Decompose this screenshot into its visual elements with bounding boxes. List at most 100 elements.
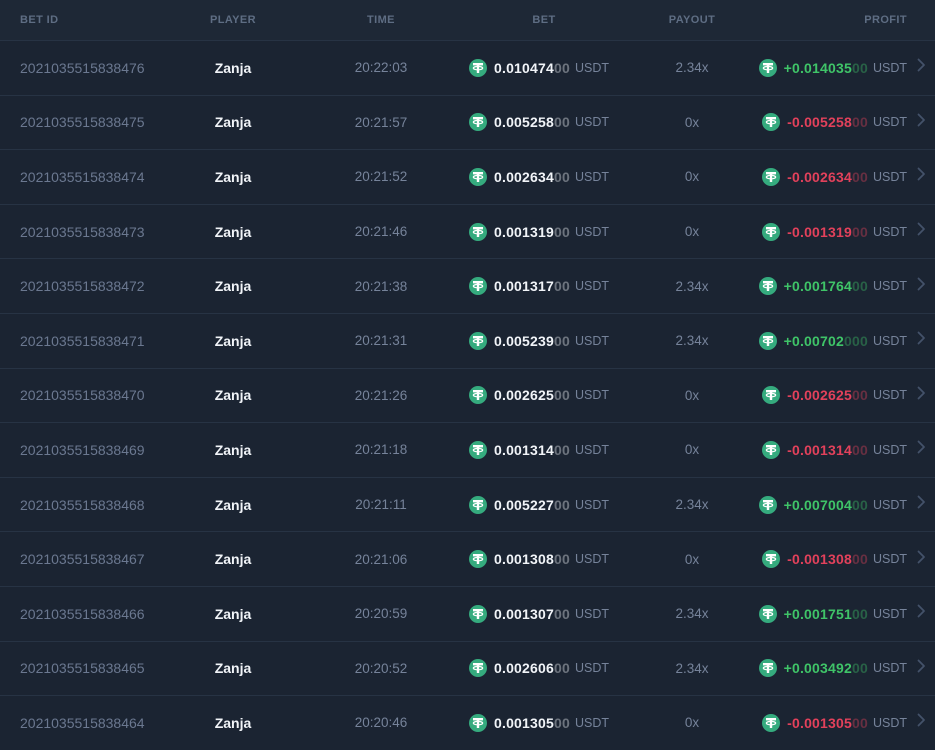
tether-icon — [469, 222, 487, 241]
profit-amount: +0.00700400 — [783, 496, 868, 513]
player-name: Zanja — [214, 278, 252, 295]
row-detail-button[interactable] — [907, 495, 935, 514]
bet-amount: 0.00262500 — [494, 387, 570, 404]
bet-amount-cell: 0.00130700 USDT — [466, 604, 622, 623]
bet-time: 20:20:46 — [354, 715, 408, 731]
table-row[interactable]: 2021035515838470 Zanja 20:21:26 0.002625… — [0, 367, 935, 423]
bet-id: 2021035515838473 — [20, 223, 145, 240]
profit-currency-label: USDT — [872, 169, 907, 184]
profit-cell: +0.00702000 USDT — [758, 331, 907, 350]
chevron-right-icon — [917, 495, 926, 514]
profit-amount: -0.00262500 — [787, 387, 868, 404]
chevron-right-icon — [917, 440, 926, 459]
row-detail-button[interactable] — [907, 604, 935, 623]
profit-currency-label: USDT — [872, 715, 907, 730]
payout-multiplier: 2.34x — [675, 60, 709, 76]
row-detail-button[interactable] — [907, 167, 935, 186]
tether-icon — [758, 659, 777, 678]
row-detail-button[interactable] — [907, 386, 935, 405]
bet-amount-cell: 0.01047400 USDT — [466, 58, 622, 77]
profit-amount: -0.00130500 — [787, 714, 868, 731]
row-detail-button[interactable] — [907, 58, 935, 77]
bet-time: 20:21:26 — [354, 387, 408, 403]
bet-time: 20:21:46 — [354, 224, 408, 240]
payout-multiplier: 0x — [684, 551, 700, 567]
bet-amount-cell: 0.00260600 USDT — [466, 659, 622, 678]
bet-id: 2021035515838464 — [20, 714, 145, 731]
table-row[interactable]: 2021035515838468 Zanja 20:21:11 0.005227… — [0, 476, 935, 532]
row-detail-button[interactable] — [907, 277, 935, 296]
bet-amount: 0.00131400 — [494, 441, 570, 458]
bet-id: 2021035515838466 — [20, 605, 145, 622]
bet-time: 20:21:11 — [355, 497, 407, 513]
chevron-right-icon — [917, 331, 926, 350]
row-detail-button[interactable] — [907, 659, 935, 678]
bet-id: 2021035515838465 — [20, 660, 145, 677]
row-detail-button[interactable] — [907, 222, 935, 241]
bet-amount-cell: 0.00131400 USDT — [466, 440, 622, 459]
bet-amount: 0.01047400 — [494, 59, 570, 76]
profit-currency-label: USDT — [872, 115, 907, 130]
player-name: Zanja — [214, 114, 252, 131]
row-detail-button[interactable] — [907, 331, 935, 350]
profit-cell: +0.00176400 USDT — [758, 277, 907, 296]
payout-multiplier: 0x — [684, 387, 700, 403]
payout-multiplier: 2.34x — [675, 497, 709, 513]
table-row[interactable]: 2021035515838465 Zanja 20:20:52 0.002606… — [0, 640, 935, 696]
tether-icon — [762, 113, 781, 132]
bet-time: 20:22:03 — [354, 60, 408, 76]
tether-icon — [762, 167, 781, 186]
row-detail-button[interactable] — [907, 440, 935, 459]
player-name: Zanja — [214, 605, 252, 622]
profit-cell: -0.00130500 USDT — [762, 713, 907, 732]
table-row[interactable]: 2021035515838476 Zanja 20:22:03 0.010474… — [0, 40, 935, 95]
table-row[interactable]: 2021035515838466 Zanja 20:20:59 0.001307… — [0, 585, 935, 641]
bet-amount: 0.00525800 — [494, 114, 570, 131]
profit-amount: -0.00263400 — [787, 168, 868, 185]
bet-amount-cell: 0.00522700 USDT — [466, 495, 622, 514]
table-row[interactable]: 2021035515838472 Zanja 20:21:38 0.001317… — [0, 258, 935, 313]
tether-icon — [469, 58, 487, 77]
profit-amount: +0.00175100 — [783, 605, 868, 622]
table-row[interactable]: 2021035515838473 Zanja 20:21:46 0.001319… — [0, 203, 935, 259]
table-row[interactable]: 2021035515838474 Zanja 20:21:52 0.002634… — [0, 149, 935, 204]
table-row[interactable]: 2021035515838475 Zanja 20:21:57 0.005258… — [0, 94, 935, 150]
tether-icon — [469, 495, 487, 514]
row-detail-button[interactable] — [907, 113, 935, 132]
chevron-right-icon — [917, 659, 926, 678]
tether-icon — [469, 713, 487, 732]
tether-icon — [762, 386, 781, 405]
row-detail-button[interactable] — [907, 713, 935, 732]
bet-amount-cell: 0.00131700 USDT — [466, 277, 622, 296]
table-row[interactable]: 2021035515838467 Zanja 20:21:06 0.001308… — [0, 531, 935, 586]
chevron-right-icon — [917, 222, 926, 241]
profit-currency-label: USDT — [872, 60, 907, 75]
bet-id: 2021035515838467 — [20, 551, 145, 568]
table-header: BET ID PLAYER TIME BET PAYOUT PROFIT — [0, 0, 935, 40]
bet-history-table: BET ID PLAYER TIME BET PAYOUT PROFIT 202… — [0, 0, 935, 750]
bet-amount: 0.00260600 — [494, 660, 570, 677]
bet-amount: 0.00130500 — [494, 714, 570, 731]
payout-multiplier: 0x — [684, 169, 700, 185]
player-name: Zanja — [214, 59, 252, 76]
bet-currency-label: USDT — [574, 497, 610, 512]
chevron-right-icon — [917, 550, 926, 569]
bet-currency-label: USDT — [574, 169, 610, 184]
payout-multiplier: 2.34x — [675, 333, 709, 349]
column-header-time: TIME — [367, 14, 395, 26]
tether-icon — [469, 440, 487, 459]
profit-currency-label: USDT — [872, 497, 907, 512]
bet-amount: 0.00130700 — [494, 605, 570, 622]
bet-currency-label: USDT — [574, 333, 610, 348]
profit-currency-label: USDT — [872, 606, 907, 621]
table-row[interactable]: 2021035515838464 Zanja 20:20:46 0.001305… — [0, 695, 935, 750]
chevron-right-icon — [917, 604, 926, 623]
profit-amount: +0.00349200 — [783, 660, 868, 677]
row-detail-button[interactable] — [907, 550, 935, 569]
table-row[interactable]: 2021035515838471 Zanja 20:21:31 0.005239… — [0, 312, 935, 368]
chevron-right-icon — [917, 58, 926, 77]
table-row[interactable]: 2021035515838469 Zanja 20:21:18 0.001314… — [0, 422, 935, 477]
profit-cell: -0.00130800 USDT — [762, 550, 907, 569]
bet-time: 20:21:38 — [354, 278, 408, 294]
column-header-player: PLAYER — [209, 14, 256, 26]
